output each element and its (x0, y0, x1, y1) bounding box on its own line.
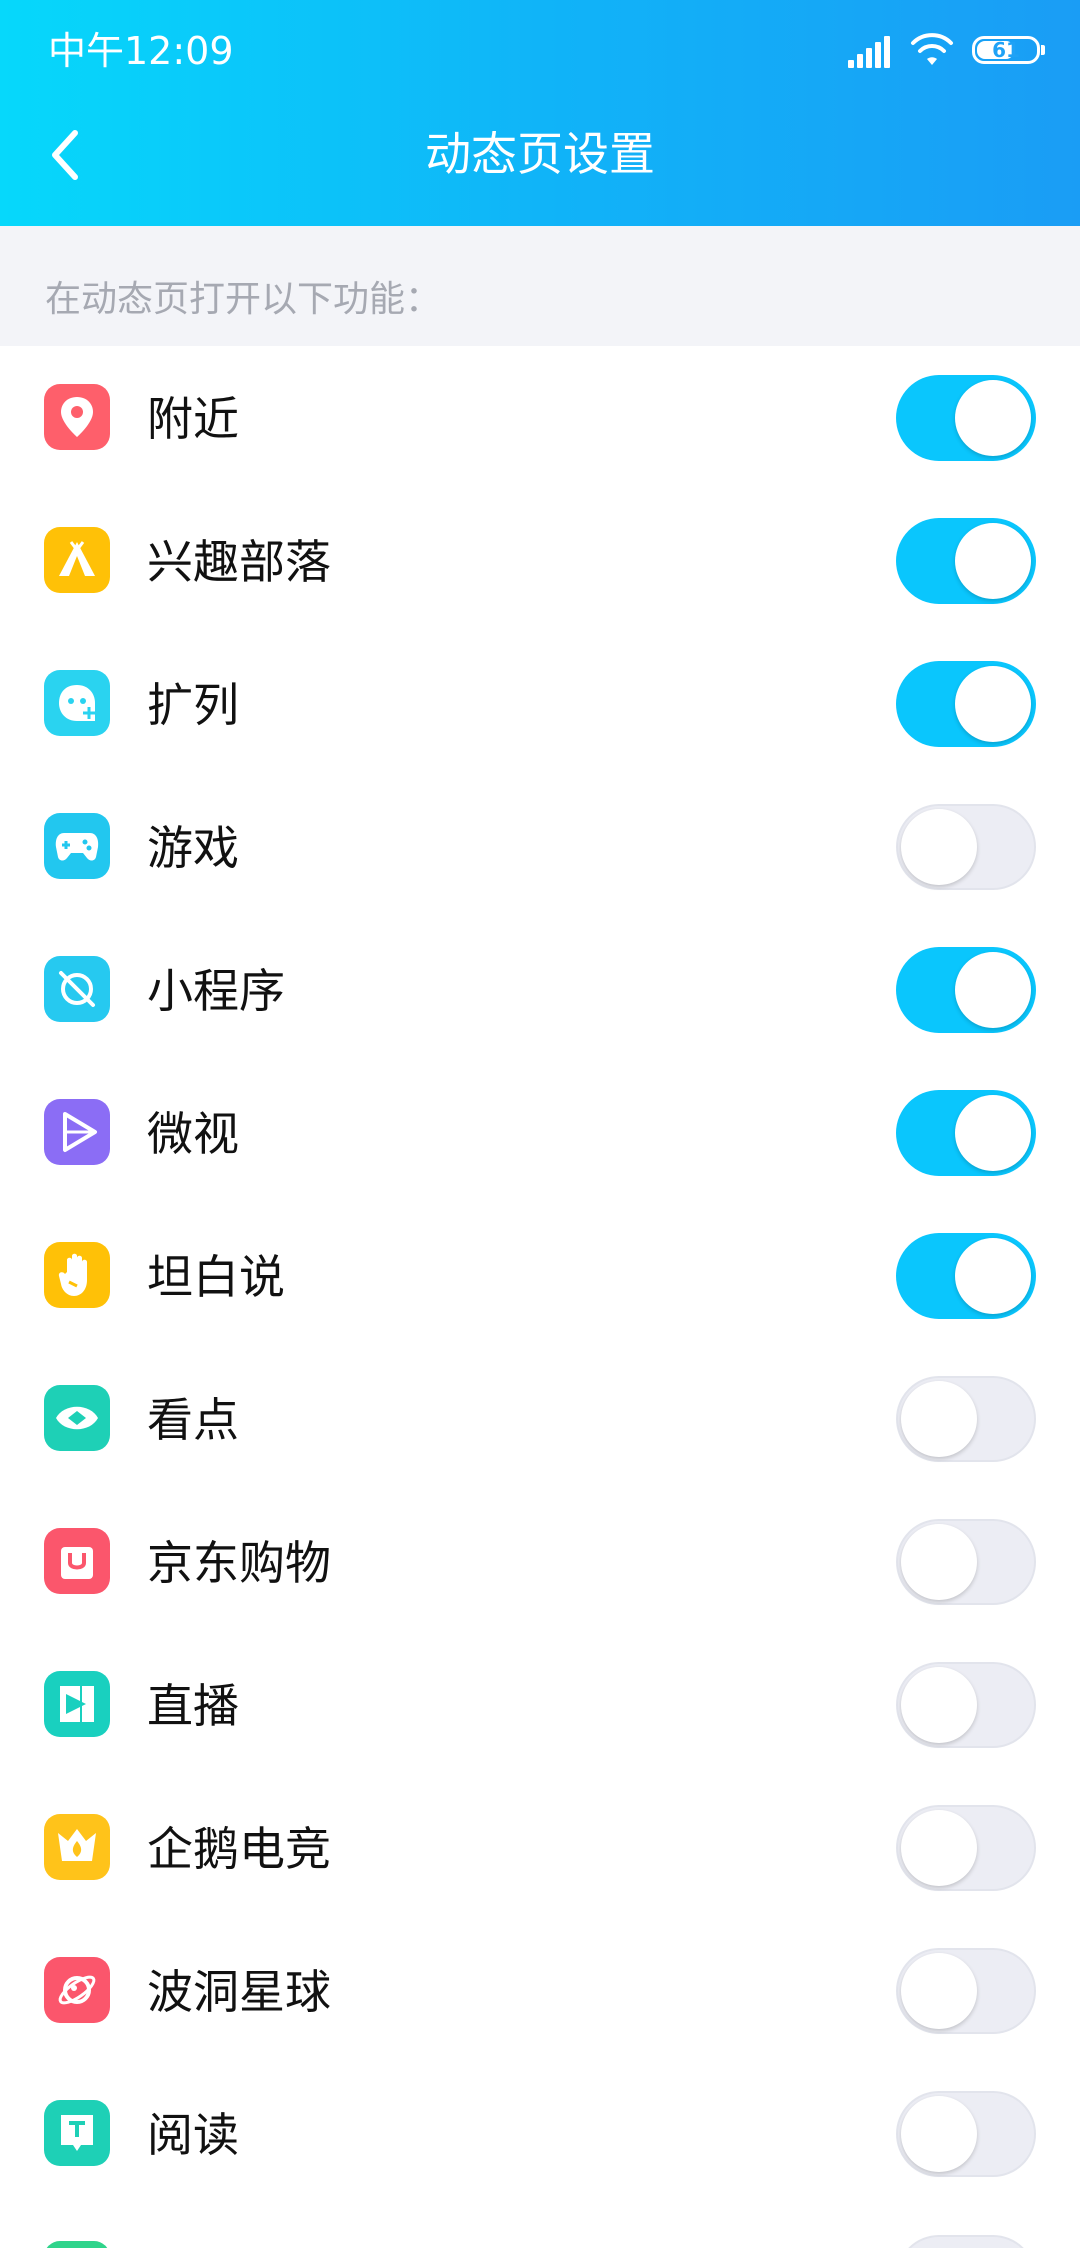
location-pin-icon (44, 384, 110, 450)
feature-label: 直播 (147, 1679, 239, 1733)
feature-label: 京东购物 (147, 1536, 331, 1590)
feature-label: 看点 (147, 1393, 239, 1447)
toggle-knob (901, 1953, 977, 2029)
list-item: 直播 (0, 1633, 1080, 1776)
feature-label: 扩列 (147, 678, 239, 732)
section-header: 在动态页打开以下功能： (0, 226, 1080, 346)
toggle-knob (955, 380, 1031, 456)
gamepad-icon (44, 813, 110, 879)
hand-icon (44, 1242, 110, 1308)
feature-list: 附近兴趣部落扩列游戏小程序微视坦白说看点京东购物直播企鹅电竞波洞星球阅读 (0, 346, 1080, 2205)
shopping-bag-icon (44, 1528, 110, 1594)
book-icon (44, 2100, 110, 2166)
feature-toggle[interactable] (896, 1662, 1036, 1748)
toggle-knob (955, 1238, 1031, 1314)
list-item: 阅读 (0, 2062, 1080, 2205)
toggle-knob (901, 809, 977, 885)
feature-toggle[interactable] (896, 2091, 1036, 2177)
feature-toggle[interactable] (896, 1090, 1036, 1176)
feature-toggle[interactable] (896, 1948, 1036, 2034)
signal-icon (848, 32, 892, 68)
toggle-knob (901, 1667, 977, 1743)
feature-toggle[interactable] (896, 2235, 1036, 2248)
feature-toggle[interactable] (896, 1805, 1036, 1891)
feature-label: 小程序 (147, 964, 285, 1018)
list-item: 扩列 (0, 632, 1080, 775)
list-item: 看点 (0, 1347, 1080, 1490)
feature-toggle[interactable] (896, 1519, 1036, 1605)
play-icon (44, 1099, 110, 1165)
status-bar: 中午12:09 61 (0, 0, 1080, 100)
list-item: 波洞星球 (0, 1919, 1080, 2062)
page-title: 动态页设置 (425, 127, 655, 181)
feature-icon (44, 2241, 110, 2248)
battery-icon: 61 (972, 36, 1045, 64)
feature-toggle[interactable] (896, 804, 1036, 890)
feature-label: 阅读 (147, 2108, 239, 2162)
feature-label: 企鹅电竞 (147, 1822, 331, 1876)
eye-icon (44, 1385, 110, 1451)
battery-level: 61 (992, 38, 1020, 62)
section-header-text: 在动态页打开以下功能： (45, 279, 442, 320)
feature-toggle[interactable] (896, 1233, 1036, 1319)
tent-icon (44, 527, 110, 593)
list-item-partial (0, 2205, 1080, 2248)
feature-label: 兴趣部落 (147, 535, 331, 589)
list-item: 微视 (0, 1061, 1080, 1204)
toggle-knob (955, 1095, 1031, 1171)
feature-label: 波洞星球 (147, 1965, 331, 2019)
list-item: 企鹅电竞 (0, 1776, 1080, 1919)
toggle-knob (901, 2096, 977, 2172)
toggle-knob (955, 666, 1031, 742)
feature-toggle[interactable] (896, 518, 1036, 604)
list-item: 兴趣部落 (0, 489, 1080, 632)
feature-label: 坦白说 (147, 1250, 285, 1304)
feature-label: 微视 (147, 1107, 239, 1161)
feature-toggle[interactable] (896, 947, 1036, 1033)
wifi-icon (911, 33, 953, 65)
toggle-knob (955, 952, 1031, 1028)
status-time: 中午12:09 (48, 29, 234, 73)
list-item: 游戏 (0, 775, 1080, 918)
toggle-knob (901, 1524, 977, 1600)
toggle-knob (901, 1810, 977, 1886)
app-header: 中午12:09 61 动态页设置 (0, 0, 1080, 226)
feature-toggle[interactable] (896, 1376, 1036, 1462)
status-icons: 61 (848, 30, 1045, 70)
list-item: 附近 (0, 346, 1080, 489)
toggle-knob (955, 523, 1031, 599)
feature-toggle[interactable] (896, 375, 1036, 461)
crown-flame-icon (44, 1814, 110, 1880)
orbit-icon (44, 956, 110, 1022)
list-item: 京东购物 (0, 1490, 1080, 1633)
feature-label: 游戏 (147, 821, 239, 875)
toggle-knob (901, 1381, 977, 1457)
planet-icon (44, 1957, 110, 2023)
face-plus-icon (44, 670, 110, 736)
feature-toggle[interactable] (896, 661, 1036, 747)
live-stream-icon (44, 1671, 110, 1737)
list-item: 坦白说 (0, 1204, 1080, 1347)
nav-bar: 动态页设置 (0, 100, 1080, 226)
list-item: 小程序 (0, 918, 1080, 1061)
feature-label: 附近 (147, 392, 239, 446)
